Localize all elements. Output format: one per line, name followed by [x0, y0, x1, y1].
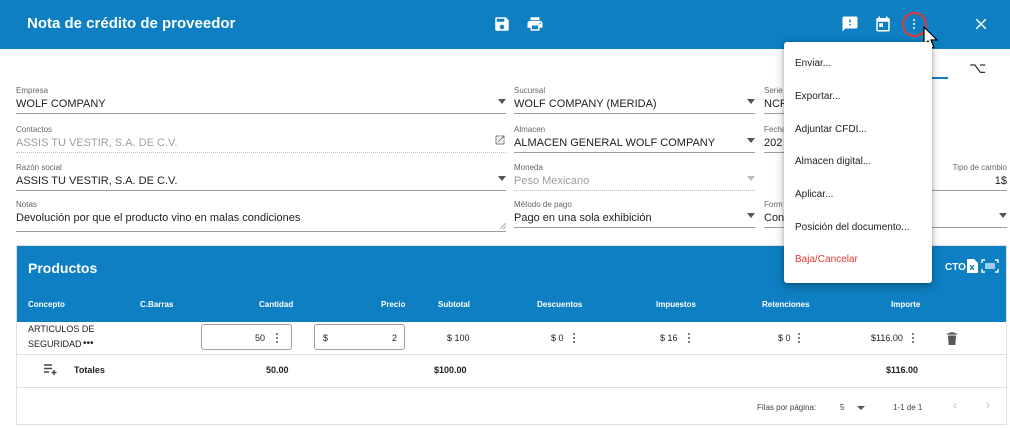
feedback-icon[interactable]: [840, 14, 860, 34]
notas-field[interactable]: Notas Devolución por que el producto vin…: [16, 200, 506, 233]
barcode-scan-icon[interactable]: [981, 259, 999, 273]
more-vert-icon[interactable]: [275, 332, 279, 344]
delete-icon[interactable]: [946, 332, 958, 345]
moneda-field[interactable]: Moneda Peso Mexicano: [514, 163, 755, 193]
chevron-right-icon[interactable]: ›: [986, 398, 990, 412]
save-icon[interactable]: [492, 14, 512, 34]
more-vert-icon[interactable]: [687, 332, 691, 344]
rows-per-page-select[interactable]: 5: [840, 403, 844, 412]
calendar-icon[interactable]: [873, 14, 893, 34]
chevron-down-icon[interactable]: [857, 406, 865, 410]
rows-per-page-label: Filas por página:: [757, 403, 817, 412]
option-key-icon[interactable]: ⌥: [969, 59, 986, 77]
menu-item-adjuntar-cfdi[interactable]: Adjuntar CFDI...: [795, 124, 867, 135]
empresa-field[interactable]: Empresa WOLF COMPANY: [16, 86, 506, 116]
more-vert-icon[interactable]: [572, 332, 576, 344]
serie-field[interactable]: Serie NCF: [764, 86, 787, 116]
chevron-down-icon: [747, 176, 755, 181]
chevron-down-icon: [999, 213, 1007, 218]
more-vert-icon[interactable]: [797, 332, 801, 344]
col-descuentos: Descuentos: [537, 300, 583, 309]
precio-input[interactable]: $ 2: [314, 324, 405, 350]
print-icon[interactable]: [525, 14, 545, 34]
cantidad-input[interactable]: 50: [201, 324, 292, 350]
menu-item-aplicar[interactable]: Aplicar...: [795, 189, 833, 200]
col-subtotal: Subtotal: [438, 300, 470, 309]
contactos-field[interactable]: Contactos ASSIS TU VESTIR, S.A. DE C.V.: [16, 125, 506, 155]
tipo-cambio-field[interactable]: Tipo de cambio 1$: [932, 163, 1007, 193]
col-precio: Precio: [381, 300, 406, 309]
more-vert-icon[interactable]: [911, 332, 915, 344]
context-menu: Enviar... Exportar... Adjuntar CFDI... A…: [784, 42, 932, 283]
razon-social-field[interactable]: Razón social ASSIS TU VESTIR, S.A. DE C.…: [16, 163, 506, 193]
col-retenciones: Retenciones: [762, 300, 810, 309]
menu-item-posicion-documento[interactable]: Posición del documento...: [795, 222, 910, 233]
sucursal-field[interactable]: Sucursal WOLF COMPANY (MERIDA): [514, 86, 755, 116]
chevron-down-icon: [747, 138, 755, 143]
fecha-field[interactable]: Fecha 202: [764, 125, 786, 155]
menu-item-baja-cancelar[interactable]: Baja/Cancelar: [795, 254, 858, 265]
menu-item-enviar[interactable]: Enviar...: [795, 58, 831, 69]
concepto-more-icon[interactable]: •••: [83, 338, 94, 349]
more-vert-icon: [912, 18, 916, 30]
col-impuestos: Impuestos: [656, 300, 697, 309]
almacen-field[interactable]: Almacen ALMACEN GENERAL WOLF COMPANY: [514, 125, 755, 155]
col-cantidad: Cantidad: [259, 300, 294, 309]
chevron-down-icon: [498, 99, 506, 104]
col-concepto: Concepto: [28, 300, 65, 309]
col-importe: Importe: [891, 300, 921, 309]
menu-item-almacen-digital[interactable]: Almacen digital...: [795, 156, 871, 167]
metodo-pago-field[interactable]: Método de pago Pago en una sola exhibici…: [514, 200, 755, 230]
add-product-action[interactable]: CTO: [945, 262, 966, 273]
col-cbarras: C.Barras: [140, 300, 174, 309]
products-title: Productos: [28, 260, 98, 276]
page-title: Nota de crédito de proveedor: [27, 15, 236, 32]
playlist-add-icon[interactable]: [44, 364, 58, 375]
close-icon[interactable]: [971, 14, 991, 34]
chevron-down-icon: [498, 176, 506, 181]
chevron-down-icon: [747, 213, 755, 218]
excel-file-icon[interactable]: [967, 259, 978, 273]
chevron-down-icon: [747, 99, 755, 104]
menu-item-exportar[interactable]: Exportar...: [795, 91, 841, 102]
resize-handle-icon[interactable]: [500, 223, 506, 229]
chevron-left-icon[interactable]: ‹: [953, 398, 957, 412]
page-range: 1-1 de 1: [893, 403, 923, 412]
open-in-new-icon[interactable]: [494, 134, 506, 146]
